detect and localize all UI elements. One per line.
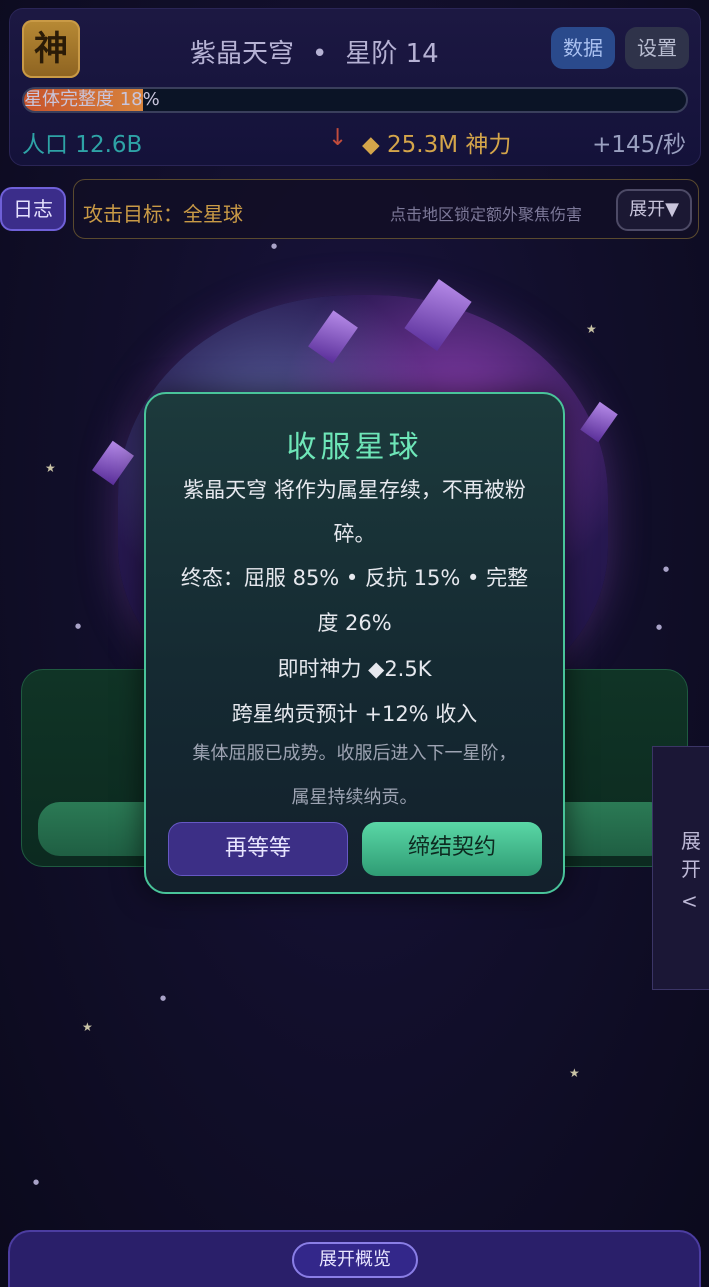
attack-target-bar: 攻击目标：全星球 点击地区锁定额外聚焦伤害 展开▼: [73, 179, 699, 239]
attack-target-label: 攻击目标：全星球: [83, 202, 243, 226]
dialog-note-b: 属星持续纳贡。: [291, 787, 418, 808]
tier-label: 星阶 14: [345, 39, 439, 69]
star-decoration: ●: [663, 565, 670, 573]
dialog-tribute-estimate: 跨星纳贡预计 +12% 收入: [231, 702, 478, 726]
income-rate-stat: +145/秒: [592, 132, 686, 158]
dialog-title: 收服星球: [286, 430, 423, 465]
side-tab-label: 展开: [681, 829, 701, 881]
top-header: 神 紫晶天穹 • 星阶 14 数据 设置 星体完整度 18% 人口 12.6B ↓ …: [9, 8, 701, 166]
crystal-shard: [308, 310, 358, 364]
expand-overview-button[interactable]: 展开概览: [292, 1242, 418, 1278]
title-separator: •: [312, 39, 328, 69]
dialog-note: 集体屈服已成势。收服后进入下一星阶，: [192, 743, 517, 764]
crystal-shard: [92, 440, 134, 486]
side-expand-tab[interactable]: 展开 <: [652, 746, 709, 990]
page-title: 紫晶天穹 • 星阶 14: [190, 33, 439, 70]
dialog-end-state-line: 终态：屈服 85% • 反抗 15% • 完整: [180, 566, 529, 590]
crystal-shard: [404, 278, 472, 352]
settings-button[interactable]: 设置: [625, 27, 689, 69]
wait-button[interactable]: 再等等: [168, 822, 348, 876]
arrow-down-icon: ↓: [328, 125, 348, 151]
divine-power-stat: ◆ 25.3M 神力: [362, 132, 512, 158]
star-decoration: ●: [271, 242, 278, 250]
chevron-left-icon: <: [681, 889, 698, 913]
star-decoration: ★: [586, 322, 597, 336]
dialog-instant-power: 即时神力 ◆2.5K: [277, 657, 432, 681]
population-stat: 人口 12.6B: [22, 132, 143, 158]
log-button[interactable]: 日志: [0, 187, 66, 231]
dialog-line-1: 紫晶天穹 将作为属星存续，不再被粉: [183, 478, 526, 502]
crystal-shard: [580, 401, 618, 443]
star-decoration: ★: [82, 1020, 93, 1034]
dialog-end-state-line-b: 度 26%: [317, 611, 392, 635]
god-badge-icon[interactable]: 神: [22, 20, 80, 78]
data-button[interactable]: 数据: [551, 27, 615, 69]
star-decoration: ★: [569, 1066, 580, 1080]
star-decoration: ●: [33, 1178, 40, 1186]
dialog-line-1b: 碎。: [333, 522, 376, 546]
expand-button[interactable]: 展开▼: [616, 189, 692, 231]
sign-pact-button[interactable]: 缔结契约: [362, 822, 542, 876]
star-decoration: ●: [656, 623, 663, 631]
subjugate-planet-dialog: 收服星球 紫晶天穹 将作为属星存续，不再被粉 碎。 终态：屈服 85% • 反抗…: [144, 392, 565, 894]
star-decoration: ●: [160, 994, 167, 1002]
attack-hint-text: 点击地区锁定额外聚焦伤害: [390, 205, 583, 224]
bottom-bar: 展开概览: [8, 1230, 701, 1287]
star-decoration: ★: [45, 461, 56, 475]
integrity-label: 星体完整度 18%: [24, 89, 160, 110]
integrity-progress-bar: 星体完整度 18%: [22, 87, 688, 113]
star-decoration: ●: [75, 622, 82, 630]
planet-name: 紫晶天穹: [190, 39, 295, 69]
